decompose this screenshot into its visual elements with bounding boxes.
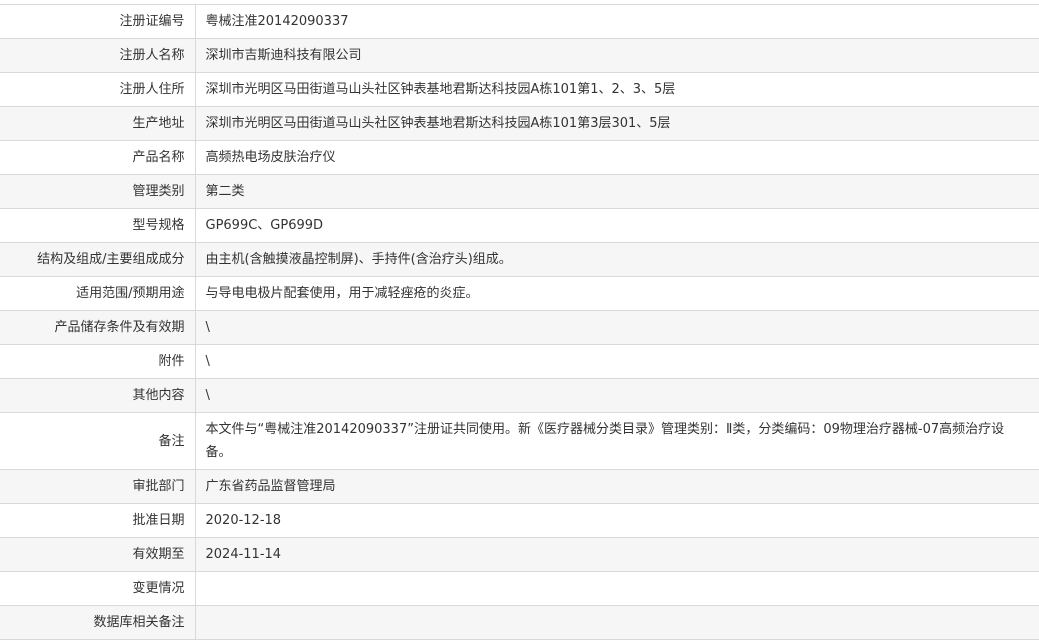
row-value: 2020-12-18 (195, 503, 1039, 538)
row-label: 管理类别 (0, 174, 196, 209)
row-value: \ (195, 310, 1039, 345)
row-value (195, 571, 1039, 606)
row-label: 附件 (0, 344, 196, 379)
row-approval-department: 审批部门 广东省药品监督管理局 (0, 469, 1039, 504)
row-value: 本文件与“粤械注准20142090337”注册证共同使用。新《医疗器械分类目录》… (195, 412, 1039, 470)
row-change-status: 变更情况 (0, 571, 1039, 606)
row-label: 型号规格 (0, 208, 196, 243)
row-label: 结构及组成/主要组成成分 (0, 242, 196, 277)
row-label: 注册人住所 (0, 72, 196, 107)
row-label: 产品储存条件及有效期 (0, 310, 196, 345)
row-attachments: 附件 \ (0, 344, 1039, 379)
row-label: 批准日期 (0, 503, 196, 538)
registration-detail-table: 注册证编号 粤械注准20142090337 注册人名称 深圳市吉斯迪科技有限公司… (0, 4, 1039, 640)
row-product-name: 产品名称 高频热电场皮肤治疗仪 (0, 140, 1039, 175)
row-production-address: 生产地址 深圳市光明区马田街道马山头社区钟表基地君斯达科技园A栋101第3层30… (0, 106, 1039, 141)
row-label: 生产地址 (0, 106, 196, 141)
row-value: \ (195, 378, 1039, 413)
row-remarks: 备注 本文件与“粤械注准20142090337”注册证共同使用。新《医疗器械分类… (0, 412, 1039, 470)
row-value: 深圳市光明区马田街道马山头社区钟表基地君斯达科技园A栋101第3层301、5层 (195, 106, 1039, 141)
row-label: 有效期至 (0, 537, 196, 572)
row-value: 粤械注准20142090337 (195, 4, 1039, 39)
row-value: 高频热电场皮肤治疗仪 (195, 140, 1039, 175)
row-value: GP699C、GP699D (195, 208, 1039, 243)
row-database-remarks: 数据库相关备注 (0, 605, 1039, 640)
row-value: 广东省药品监督管理局 (195, 469, 1039, 504)
row-value: 2024-11-14 (195, 537, 1039, 572)
row-label: 变更情况 (0, 571, 196, 606)
row-label: 注册人名称 (0, 38, 196, 73)
row-value: 深圳市光明区马田街道马山头社区钟表基地君斯达科技园A栋101第1、2、3、5层 (195, 72, 1039, 107)
row-value (195, 605, 1039, 640)
row-intended-use: 适用范围/预期用途 与导电电极片配套使用，用于减轻痤疮的炎症。 (0, 276, 1039, 311)
row-storage-validity: 产品储存条件及有效期 \ (0, 310, 1039, 345)
row-label: 其他内容 (0, 378, 196, 413)
row-registrant-address: 注册人住所 深圳市光明区马田街道马山头社区钟表基地君斯达科技园A栋101第1、2… (0, 72, 1039, 107)
row-model-spec: 型号规格 GP699C、GP699D (0, 208, 1039, 243)
row-approval-date: 批准日期 2020-12-18 (0, 503, 1039, 538)
row-label: 备注 (0, 412, 196, 470)
row-label: 审批部门 (0, 469, 196, 504)
row-value: \ (195, 344, 1039, 379)
row-label: 数据库相关备注 (0, 605, 196, 640)
row-label: 产品名称 (0, 140, 196, 175)
row-value: 深圳市吉斯迪科技有限公司 (195, 38, 1039, 73)
row-structure-composition: 结构及组成/主要组成成分 由主机(含触摸液晶控制屏)、手持件(含治疗头)组成。 (0, 242, 1039, 277)
row-value: 第二类 (195, 174, 1039, 209)
row-management-category: 管理类别 第二类 (0, 174, 1039, 209)
row-label: 适用范围/预期用途 (0, 276, 196, 311)
row-other-content: 其他内容 \ (0, 378, 1039, 413)
row-valid-until: 有效期至 2024-11-14 (0, 537, 1039, 572)
row-registration-number: 注册证编号 粤械注准20142090337 (0, 4, 1039, 39)
row-value: 由主机(含触摸液晶控制屏)、手持件(含治疗头)组成。 (195, 242, 1039, 277)
row-value: 与导电电极片配套使用，用于减轻痤疮的炎症。 (195, 276, 1039, 311)
row-label: 注册证编号 (0, 4, 196, 39)
row-registrant-name: 注册人名称 深圳市吉斯迪科技有限公司 (0, 38, 1039, 73)
